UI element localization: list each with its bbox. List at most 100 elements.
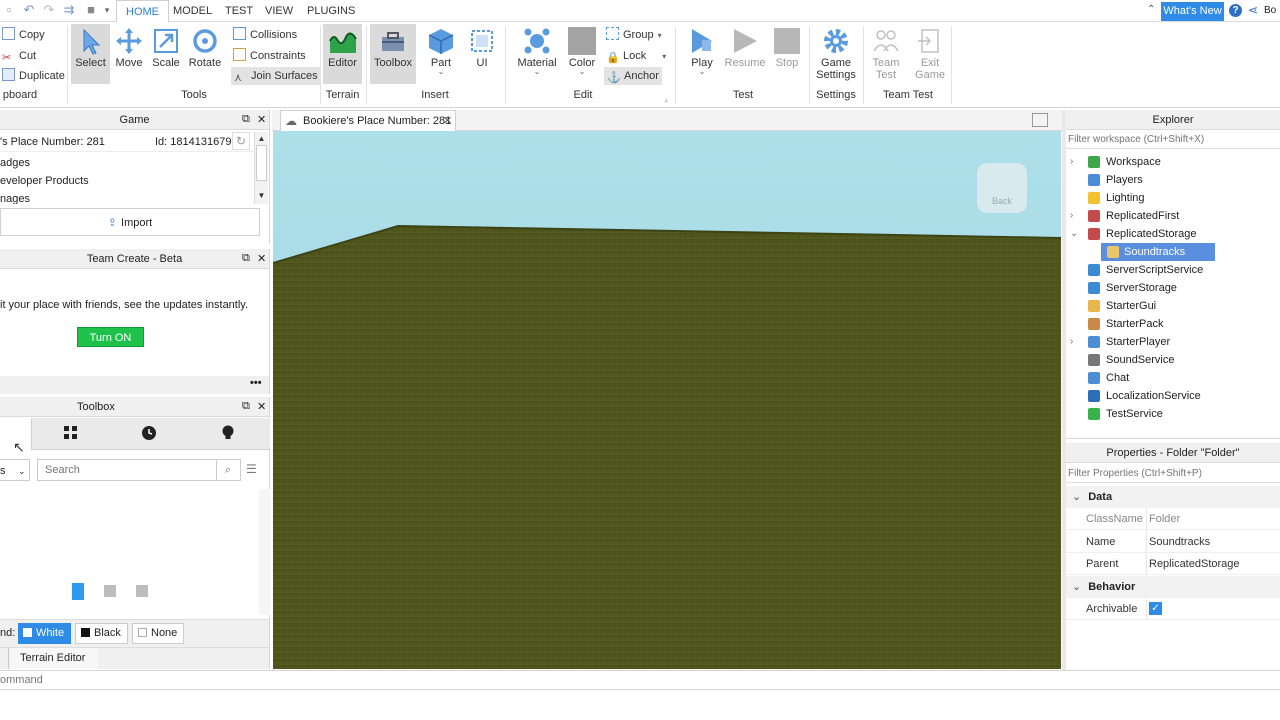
redo-icon[interactable]: ↷ [42, 3, 56, 17]
refresh-icon[interactable]: ↻ [232, 132, 250, 150]
join-surfaces-button[interactable]: ⋏ Join Surfaces [231, 67, 321, 85]
viewport-tab[interactable]: ☁ Bookiere's Place Number: 281 ✕ [280, 110, 456, 131]
tab-terrain-editor[interactable]: Terrain Editor [10, 648, 98, 669]
bg-white-button[interactable]: White [18, 623, 71, 644]
tab-toolbox-collapsed[interactable] [0, 648, 9, 669]
category-behavior[interactable]: ⌄ Behavior [1066, 576, 1280, 598]
float-panel-icon[interactable]: ⧉ [242, 113, 250, 126]
move-button[interactable]: Move [112, 24, 146, 84]
game-settings-button[interactable]: Game Settings [815, 24, 857, 84]
toolbox-search-input[interactable] [37, 459, 217, 481]
tab-view[interactable]: VIEW [256, 0, 302, 22]
filter-sliders-icon[interactable]: ☰ [246, 462, 257, 476]
rotate-button[interactable]: Rotate [186, 24, 224, 84]
resume-button[interactable]: Resume [724, 24, 766, 84]
explorer-item[interactable]: ⌄ ReplicatedStorage [1066, 225, 1280, 243]
command-bar[interactable]: ommand [0, 670, 1280, 690]
view-cube[interactable]: Back [977, 163, 1027, 213]
color-button[interactable]: Color ⌄ [564, 24, 600, 84]
archivable-checkbox[interactable]: ✓ [1149, 602, 1162, 615]
3d-viewport[interactable]: Back [273, 131, 1061, 669]
prop-archivable[interactable]: Archivable ✓ [1066, 598, 1280, 620]
expand-arrow-icon[interactable]: › [1070, 153, 1073, 171]
copy-button[interactable]: Copy [2, 26, 45, 44]
page-indicator[interactable] [136, 585, 148, 597]
explorer-item[interactable]: › StarterPlayer [1066, 333, 1280, 351]
cut-button[interactable]: ✂ Cut [2, 47, 36, 65]
close-tab-icon[interactable]: ✕ [443, 111, 452, 131]
game-panel-scrollbar[interactable]: ▲ ▼ [254, 132, 268, 204]
expand-arrow-icon[interactable]: › [1070, 207, 1073, 225]
anchor-button[interactable]: ⚓ Anchor [604, 67, 662, 85]
explorer-item[interactable]: TestService [1066, 405, 1280, 423]
page-indicator[interactable] [104, 585, 116, 597]
scale-button[interactable]: Scale [149, 24, 183, 84]
group-button[interactable]: Group ▾ [606, 26, 662, 44]
close-panel-icon[interactable]: ✕ [257, 252, 266, 265]
explorer-item[interactable]: ServerScriptService [1066, 261, 1280, 279]
scroll-down-icon[interactable]: ▼ [255, 191, 268, 200]
new-file-icon[interactable]: ▫ [2, 3, 16, 17]
place-row[interactable]: 's Place Number: 281 Id: 1814131679 ↻ [0, 132, 254, 152]
import-button[interactable]: ⇪ Import [0, 208, 260, 236]
duplicate-button[interactable]: Duplicate [2, 67, 65, 85]
share-icon[interactable]: ⋖ [1248, 3, 1258, 17]
terrain-editor-button[interactable]: Editor [323, 24, 362, 84]
explorer-item[interactable]: SoundService [1066, 351, 1280, 369]
lightbulb-icon[interactable] [222, 425, 234, 441]
lock-button[interactable]: 🔒 Lock ▾ [606, 47, 666, 65]
play-button[interactable]: Play ⌄ [686, 24, 718, 84]
properties-filter-input[interactable] [1066, 464, 1280, 483]
explorer-item[interactable]: ServerStorage [1066, 279, 1280, 297]
tab-home[interactable]: HOME [116, 0, 169, 23]
expand-arrow-icon[interactable]: ⌄ [1070, 225, 1078, 243]
prop-parent[interactable]: Parent ReplicatedStorage [1066, 553, 1280, 575]
explorer-filter-input[interactable] [1066, 130, 1280, 149]
game-item-badges[interactable]: adges [0, 154, 30, 172]
tab-plugins[interactable]: PLUGINS [298, 0, 364, 22]
edit-settings-expand-icon[interactable]: ⌟ [664, 94, 668, 103]
ui-button[interactable]: UI [466, 24, 498, 84]
explorer-item[interactable]: Lighting [1066, 189, 1280, 207]
user-name[interactable]: Bo [1264, 5, 1276, 16]
quick-access-dropdown-icon[interactable]: ▾ [100, 3, 114, 17]
close-panel-icon[interactable]: ✕ [257, 400, 266, 413]
explorer-item[interactable]: Soundtracks [1101, 243, 1215, 261]
undo-icon[interactable]: ↶ [22, 3, 36, 17]
scroll-thumb[interactable] [256, 145, 267, 181]
stop-small-icon[interactable]: ■ [84, 3, 98, 17]
select-button[interactable]: Select [71, 24, 110, 84]
help-icon[interactable]: ? [1229, 4, 1242, 17]
category-data[interactable]: ⌄ Data [1066, 486, 1280, 508]
explorer-item[interactable]: StarterPack [1066, 315, 1280, 333]
recent-clock-icon[interactable] [142, 426, 156, 440]
prop-name[interactable]: Name Soundtracks [1066, 531, 1280, 553]
bg-none-button[interactable]: None [132, 623, 184, 644]
category-dropdown[interactable]: s ⌄ [0, 459, 30, 481]
toolbox-button[interactable]: Toolbox [370, 24, 416, 84]
game-item-developer-products[interactable]: eveloper Products [0, 172, 89, 190]
exit-game-button[interactable]: Exit Game [912, 24, 948, 84]
constraints-button[interactable]: Constraints [233, 47, 306, 65]
close-panel-icon[interactable]: ✕ [257, 113, 266, 126]
game-item-images[interactable]: nages [0, 190, 30, 204]
explorer-item[interactable]: StarterGui [1066, 297, 1280, 315]
float-panel-icon[interactable]: ⧉ [242, 252, 250, 265]
float-panel-icon[interactable]: ⧉ [242, 400, 250, 413]
whats-new-button[interactable]: What's New [1161, 2, 1224, 21]
material-button[interactable]: Material ⌄ [516, 24, 558, 84]
explorer-item[interactable]: › Workspace [1066, 153, 1280, 171]
stop-button[interactable]: Stop [772, 24, 802, 84]
explorer-item[interactable]: Chat [1066, 369, 1280, 387]
toolbox-scrollbar[interactable] [259, 489, 270, 615]
tab-model[interactable]: MODEL [164, 0, 221, 22]
collapse-ribbon-icon[interactable]: ⌃ [1147, 4, 1155, 15]
bg-black-button[interactable]: Black [75, 623, 128, 644]
turn-on-button[interactable]: Turn ON [77, 327, 144, 347]
search-icon[interactable]: ⌕ [216, 459, 241, 481]
page-indicator-active[interactable] [72, 583, 84, 600]
explorer-item[interactable]: Players [1066, 171, 1280, 189]
team-test-button[interactable]: Team Test [868, 24, 904, 84]
explorer-item[interactable]: LocalizationService [1066, 387, 1280, 405]
explorer-item[interactable]: › ReplicatedFirst [1066, 207, 1280, 225]
